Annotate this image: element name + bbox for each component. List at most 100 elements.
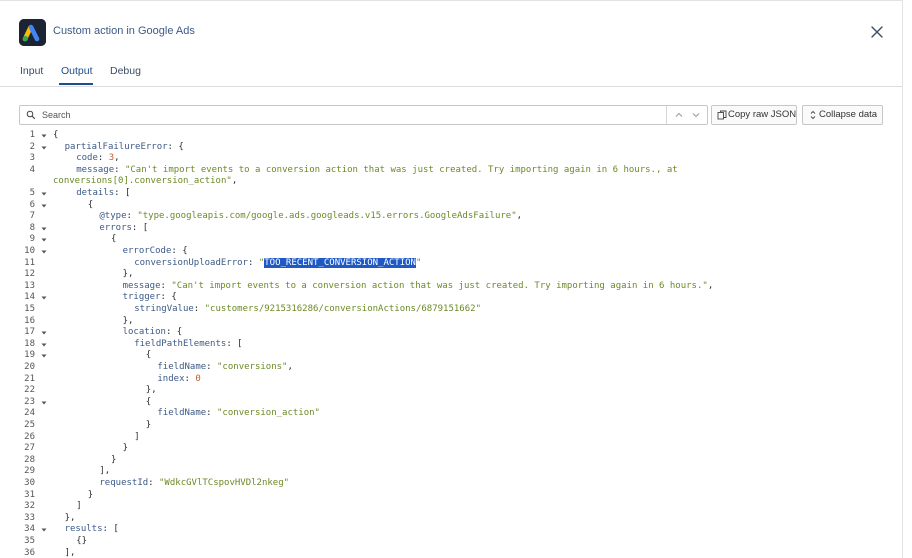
code-line: } <box>146 420 151 430</box>
code-line: details: [ <box>76 188 130 198</box>
code-token: 0 <box>195 373 201 384</box>
code-line: } <box>111 455 116 465</box>
line-number: 34 <box>24 524 35 535</box>
code-token: results <box>64 524 103 535</box>
code-token: } <box>145 420 152 430</box>
code-line: message: "Can't import events to a conve… <box>76 165 677 175</box>
line-number: 8 <box>29 222 35 233</box>
line-number: 27 <box>24 443 35 454</box>
tab-output[interactable]: Output <box>61 65 93 77</box>
code-token: : <box>206 408 218 419</box>
code-token: partialFailureError <box>64 141 168 152</box>
code-line: { <box>111 234 116 244</box>
code-token: { <box>145 350 152 361</box>
line-number: 24 <box>24 408 35 419</box>
chevron-down-icon[interactable] <box>690 109 702 121</box>
line-number: 25 <box>24 420 35 430</box>
google-ads-icon <box>19 19 46 46</box>
fold-toggle-icon[interactable] <box>40 399 48 407</box>
code-token: { <box>145 396 152 407</box>
code-token: location <box>122 327 166 338</box>
chevron-up-icon[interactable] <box>673 109 685 121</box>
fold-toggle-icon[interactable] <box>40 190 48 198</box>
code-line: results: [ <box>65 524 119 534</box>
line-number: 31 <box>24 489 35 500</box>
code-line: fieldName: "conversions", <box>157 362 293 372</box>
code-token: code <box>76 153 98 164</box>
line-number: 9 <box>29 234 35 245</box>
copy-raw-json-label: Copy raw JSON <box>728 109 797 120</box>
line-number: 5 <box>29 188 35 198</box>
code-line: { <box>88 200 93 210</box>
line-number: 17 <box>24 327 35 338</box>
collapse-icon <box>810 110 816 120</box>
code-line: @type: "type.googleapis.com/google.ads.g… <box>99 211 522 221</box>
close-icon[interactable] <box>868 23 886 41</box>
fold-toggle-icon[interactable] <box>40 352 48 360</box>
fold-toggle-icon[interactable] <box>40 526 48 534</box>
code-token: {} <box>76 536 88 546</box>
search-icon <box>26 110 36 120</box>
code-line: trigger: { <box>123 292 177 302</box>
code-token: fieldName <box>157 362 207 372</box>
search-nav <box>666 106 708 124</box>
code-token: : { <box>167 141 184 152</box>
code-token: , <box>231 176 238 187</box>
code-token: } <box>122 443 129 454</box>
tab-debug[interactable]: Debug <box>110 65 141 77</box>
code-token: }, <box>64 512 76 523</box>
code-line: ], <box>65 548 76 558</box>
collapse-data-button[interactable]: Collapse data <box>802 105 883 125</box>
code-token: : [ <box>131 222 149 233</box>
tab-input[interactable]: Input <box>20 65 43 77</box>
fold-toggle-icon[interactable] <box>40 202 48 210</box>
fold-toggle-icon[interactable] <box>40 132 48 140</box>
line-number: 12 <box>24 269 35 280</box>
code-token: } <box>87 489 94 500</box>
fold-toggle-icon[interactable] <box>40 248 48 256</box>
code-line: fieldName: "conversion_action" <box>157 408 320 418</box>
code-token: : <box>160 280 172 291</box>
copy-raw-json-button[interactable]: Copy raw JSON <box>711 105 797 125</box>
code-token: "conversion_action" <box>217 408 320 419</box>
code-token: fieldPathElements <box>134 338 227 349</box>
line-number: 33 <box>24 512 35 523</box>
line-number: 18 <box>24 338 35 349</box>
fold-toggle-icon[interactable] <box>40 236 48 244</box>
fold-toggle-icon[interactable] <box>40 294 48 302</box>
code-token: ] <box>134 431 140 442</box>
code-token: } <box>111 454 117 465</box>
fold-toggle-icon[interactable] <box>40 144 48 152</box>
line-number: 15 <box>24 304 35 314</box>
code-token: "type.googleapis.com/google.ads.googlead… <box>137 211 517 222</box>
fold-toggle-icon[interactable] <box>40 341 48 349</box>
fold-toggle-icon[interactable] <box>40 329 48 337</box>
json-viewer: 1{2 partialFailureError: {3 code: 3, 4 messa… <box>0 129 902 558</box>
code-line: { <box>146 397 151 407</box>
code-line: requestId: "WdkcGVlTCspovHVDl2nkeg" <box>99 478 289 488</box>
code-token: }, <box>122 269 134 280</box>
line-number: 14 <box>24 292 35 303</box>
search-input[interactable] <box>42 106 642 124</box>
line-number: 3 <box>29 153 35 164</box>
line-number: 36 <box>24 547 35 558</box>
code-token: , <box>516 211 523 222</box>
code-line: location: { <box>123 327 183 337</box>
code-line: } <box>88 490 93 500</box>
code-token: errors <box>99 222 132 233</box>
line-number: 2 <box>29 141 35 152</box>
code-token: : <box>247 257 259 268</box>
code-line: }, <box>146 385 157 395</box>
fold-toggle-icon[interactable] <box>40 225 48 233</box>
code-token: errorCode <box>122 246 172 256</box>
code-line: {} <box>76 536 87 546</box>
code-line: errorCode: { <box>123 246 188 256</box>
code-line: code: 3, <box>76 153 119 163</box>
line-number: 35 <box>24 536 35 546</box>
code-token: "Can't import events to a conversion act… <box>124 164 678 175</box>
code-token: conversionUploadError <box>134 257 248 268</box>
active-tab-indicator <box>59 83 93 85</box>
code-token: "WdkcGVlTCspovHVDl2nkeg" <box>159 478 290 488</box>
tab-bar: Input Output Debug <box>0 56 902 87</box>
code-line: { <box>53 130 58 140</box>
